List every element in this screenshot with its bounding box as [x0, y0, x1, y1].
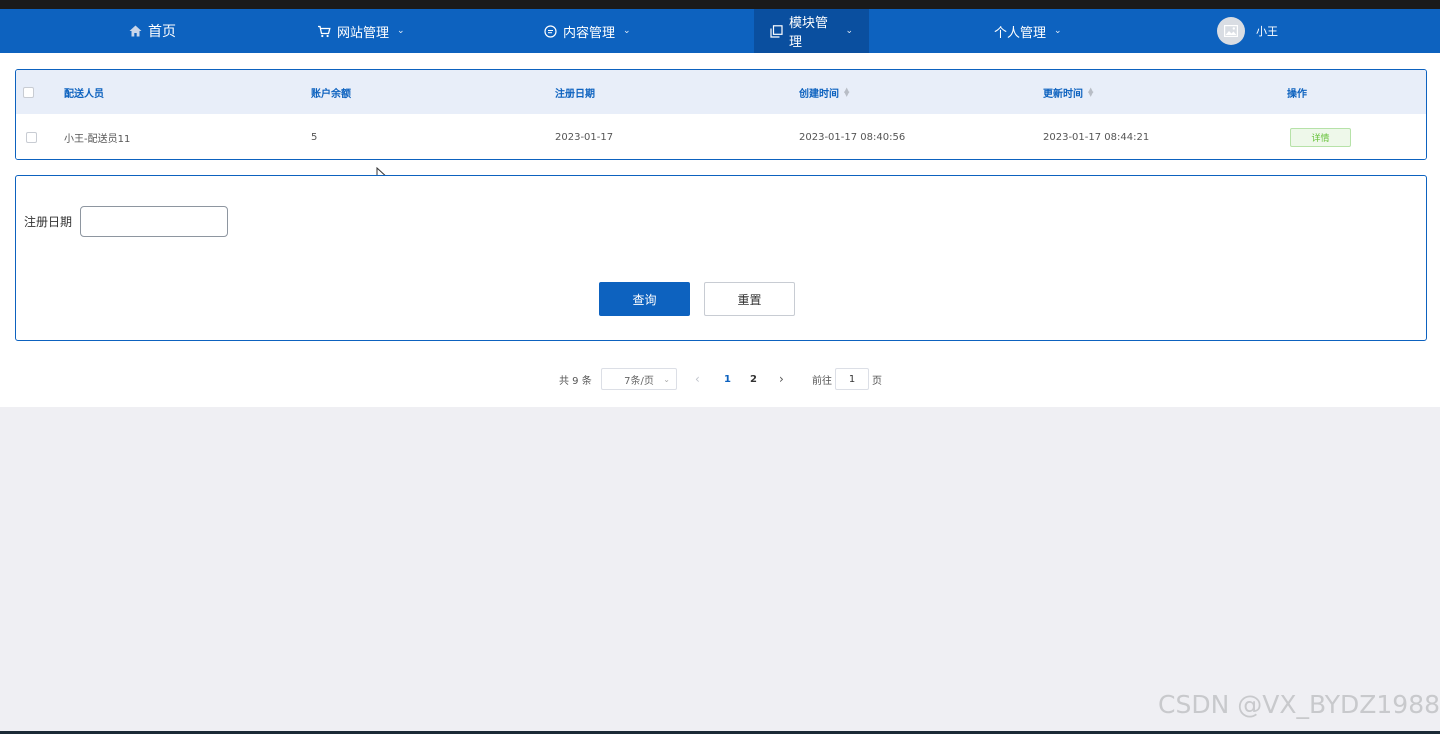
cart-icon: [317, 24, 331, 38]
select-all-cell: [23, 70, 34, 114]
chevron-down-icon: ⌄: [397, 26, 405, 36]
sort-icon[interactable]: ▲ ▼: [1088, 87, 1093, 98]
query-button[interactable]: 查询: [599, 282, 690, 316]
pagination: 共 9 条 7条/页 ⌄ ‹ 1 2 › 前往 1 页: [0, 368, 1440, 390]
goto-unit: 页: [872, 375, 882, 387]
watermark: CSDN @VX_BYDZ1988: [1158, 690, 1440, 719]
pagination-total: 共 9 条: [559, 375, 592, 387]
next-page-button[interactable]: ›: [779, 368, 784, 390]
cell-reg-date: 2023-01-17: [555, 131, 614, 143]
table-header: 配送人员 账户余额 注册日期 创建时间 ▲ ▼ 更新时间 ▲ ▼ 操作: [16, 70, 1426, 114]
reg-date-input[interactable]: [80, 206, 228, 237]
cell-actions: 详情: [1290, 114, 1351, 159]
username: 小王: [1256, 25, 1278, 38]
row-checkbox[interactable]: [26, 131, 37, 143]
sort-icon[interactable]: ▲ ▼: [844, 87, 849, 98]
page-size-value: 7条/页: [624, 375, 654, 387]
chevron-down-icon: ⌄: [623, 26, 631, 36]
cell-created: 2023-01-17 08:40:56: [799, 131, 906, 143]
row-select-cell: [26, 114, 37, 159]
search-form: 注册日期 查询 重置: [15, 175, 1427, 341]
reg-date-label: 注册日期: [24, 215, 73, 229]
chevron-down-icon: ⌄: [1054, 26, 1062, 36]
top-navbar: 首页 网站管理 ⌄ 内容管理 ⌄ 模块管理 ⌄ 个人管理 ⌄ 小王: [0, 9, 1440, 53]
header-balance[interactable]: 账户余额: [311, 70, 351, 114]
nav-home-label: 首页: [148, 24, 176, 40]
nav-content-label: 内容管理: [563, 25, 616, 41]
header-updated-label: 更新时间: [1043, 88, 1083, 100]
nav-module-label: 模块管理: [789, 16, 829, 50]
chevron-down-icon: ⌄: [845, 26, 853, 36]
nav-home[interactable]: 首页: [128, 9, 176, 53]
reset-button[interactable]: 重置: [704, 282, 795, 316]
header-reg-date[interactable]: 注册日期: [555, 70, 595, 114]
window-top-strip: [0, 0, 1440, 9]
nav-personal-management[interactable]: 个人管理 ⌄: [994, 9, 1062, 53]
prev-page-button[interactable]: ‹: [695, 368, 700, 390]
goto-label: 前往: [812, 375, 832, 387]
courier-table: 配送人员 账户余额 注册日期 创建时间 ▲ ▼ 更新时间 ▲ ▼ 操作 小王-配送员…: [15, 69, 1427, 160]
nav-content-management[interactable]: 内容管理 ⌄: [543, 9, 631, 53]
header-courier[interactable]: 配送人员: [64, 70, 104, 114]
cell-balance: 5: [311, 131, 318, 143]
nav-site-label: 网站管理: [337, 25, 390, 41]
user-menu[interactable]: 小王: [1217, 9, 1278, 53]
goto-page-input[interactable]: 1: [835, 368, 869, 390]
page-size-select[interactable]: 7条/页 ⌄: [601, 368, 677, 390]
nav-module-management[interactable]: 模块管理 ⌄: [754, 9, 869, 53]
nav-site-management[interactable]: 网站管理 ⌄: [317, 9, 405, 53]
cell-updated: 2023-01-17 08:44:21: [1043, 131, 1150, 143]
detail-button[interactable]: 详情: [1290, 127, 1351, 147]
cell-courier: 小王-配送员11: [64, 133, 131, 145]
header-actions: 操作: [1287, 88, 1307, 100]
nav-personal-label: 个人管理: [994, 25, 1047, 41]
header-updated[interactable]: 更新时间 ▲ ▼: [1043, 70, 1093, 114]
page-number-2[interactable]: 2: [750, 368, 757, 390]
copy-icon: [770, 24, 783, 38]
select-all-checkbox[interactable]: [23, 86, 34, 98]
home-icon: [128, 24, 142, 38]
goto-page-value: 1: [848, 373, 856, 385]
header-created-label: 创建时间: [799, 88, 839, 100]
chevron-down-icon: ⌄: [663, 374, 670, 384]
header-created[interactable]: 创建时间 ▲ ▼: [799, 70, 849, 114]
page-number-1[interactable]: 1: [724, 368, 731, 390]
chat-icon: [543, 24, 557, 38]
image-placeholder-icon: [1224, 25, 1238, 37]
table-row: 小王-配送员11 5 2023-01-17 2023-01-17 08:40:5…: [16, 114, 1426, 159]
avatar: [1217, 17, 1245, 45]
